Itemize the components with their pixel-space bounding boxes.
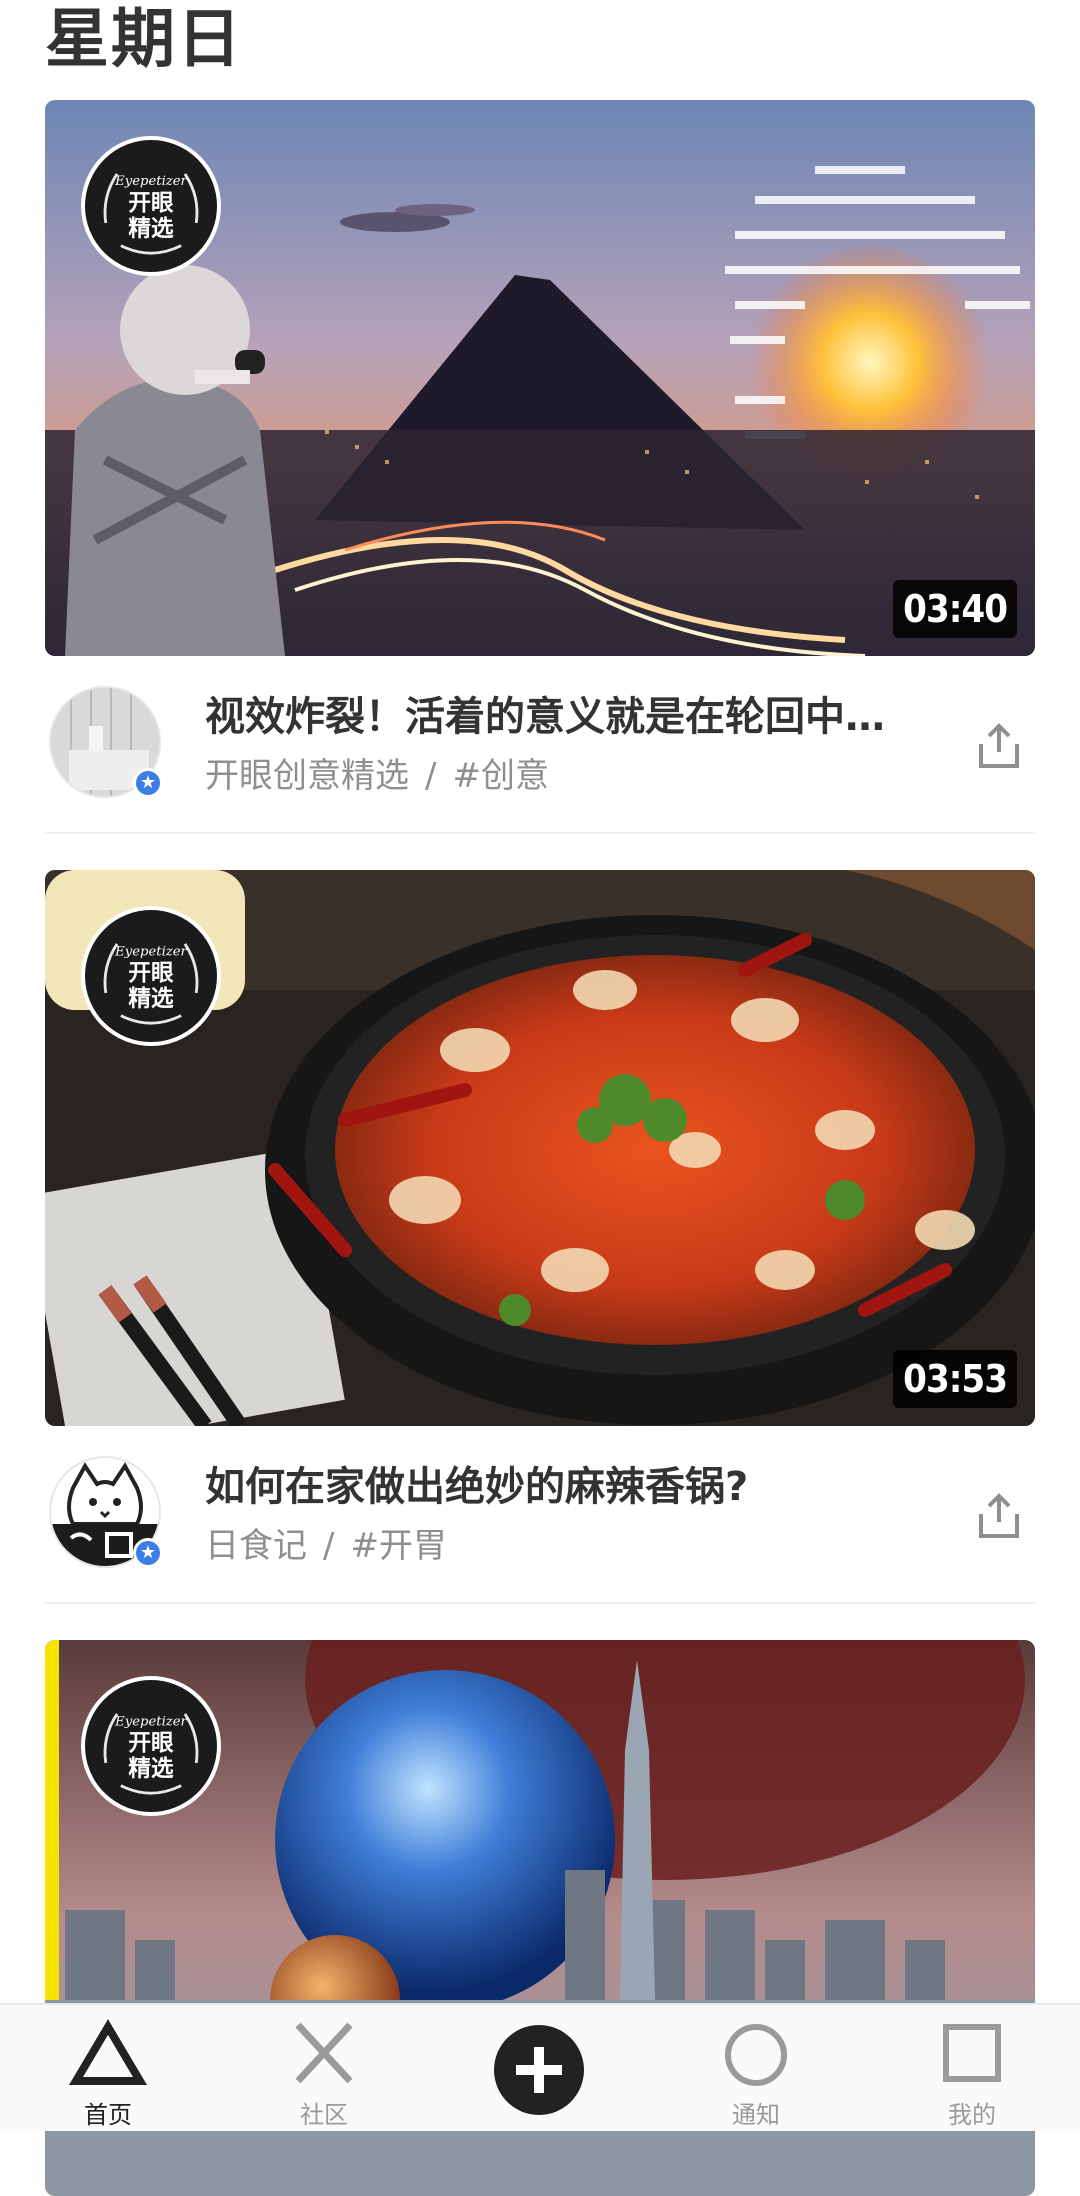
meta-separator: / (425, 756, 437, 796)
badge-line1: 开眼 (128, 961, 174, 987)
circle-icon (725, 2024, 787, 2086)
tab-home-label: 首页 (84, 2101, 132, 2129)
tab-notifications-label: 通知 (732, 2101, 780, 2129)
badge-line2: 精选 (128, 986, 174, 1012)
divider (45, 832, 1035, 834)
video-duration: 03:53 (893, 1350, 1017, 1408)
video-title[interactable]: 视效炸裂！活着的意义就是在轮回中… (205, 690, 925, 744)
video-meta: 日食记 / #开胃 (205, 1522, 447, 1570)
add-button[interactable] (494, 2025, 584, 2115)
author-name: 日食记 (205, 1526, 307, 1566)
tab-mine-label: 我的 (948, 2101, 996, 2129)
day-header: 星期日 (45, 3, 243, 77)
bottom-tab-bar: 首页 社区 通知 我的 (0, 2003, 1080, 2131)
tab-home[interactable]: 首页 (0, 2005, 216, 2131)
video-card[interactable]: Eyepetizer 开眼 精选 03:40 ★ 视效炸裂！活着的意义就是在轮回… (45, 100, 1035, 834)
badge-line1: 开眼 (128, 191, 174, 217)
plus-icon (516, 2047, 562, 2093)
triangle-icon (68, 2019, 148, 2085)
eyepetizer-badge-icon: Eyepetizer 开眼 精选 (81, 1676, 221, 1816)
divider (45, 1602, 1035, 1604)
cross-icon (295, 2022, 353, 2084)
verified-icon: ★ (133, 768, 163, 798)
square-icon (943, 2024, 1001, 2082)
badge-line2: 精选 (128, 216, 174, 242)
badge-line1: 开眼 (128, 1731, 174, 1757)
share-icon[interactable] (973, 1490, 1025, 1542)
eyepetizer-badge-icon: Eyepetizer 开眼 精选 (81, 136, 221, 276)
video-thumbnail[interactable]: Eyepetizer 开眼 精选 03:53 (45, 870, 1035, 1426)
meta-separator: / (323, 1526, 335, 1566)
tab-mine[interactable]: 我的 (864, 2005, 1080, 2131)
video-duration: 03:40 (893, 580, 1017, 638)
badge-line2: 精选 (128, 1756, 174, 1782)
badge-brand: Eyepetizer (114, 1714, 187, 1729)
author-name: 开眼创意精选 (205, 756, 409, 796)
eyepetizer-badge-icon: Eyepetizer 开眼 精选 (81, 906, 221, 1046)
tab-notifications[interactable]: 通知 (648, 2005, 864, 2131)
video-tag: #开胃 (350, 1526, 447, 1566)
author-avatar[interactable]: ★ (49, 1456, 163, 1568)
tab-community[interactable]: 社区 (216, 2005, 432, 2131)
video-title[interactable]: 如何在家做出绝妙的麻辣香锅? (205, 1460, 925, 1514)
author-avatar[interactable]: ★ (49, 686, 163, 798)
video-tag: #创意 (452, 756, 549, 796)
share-icon[interactable] (973, 720, 1025, 772)
badge-brand: Eyepetizer (114, 944, 187, 959)
video-thumbnail[interactable]: Eyepetizer 开眼 精选 03:40 (45, 100, 1035, 656)
verified-icon: ★ (133, 1538, 163, 1568)
video-card[interactable]: Eyepetizer 开眼 精选 03:53 ★ 如何在家做出绝妙的麻辣香锅? … (45, 870, 1035, 1604)
badge-brand: Eyepetizer (114, 174, 187, 189)
video-meta: 开眼创意精选 / #创意 (205, 752, 549, 800)
tab-community-label: 社区 (300, 2101, 348, 2129)
